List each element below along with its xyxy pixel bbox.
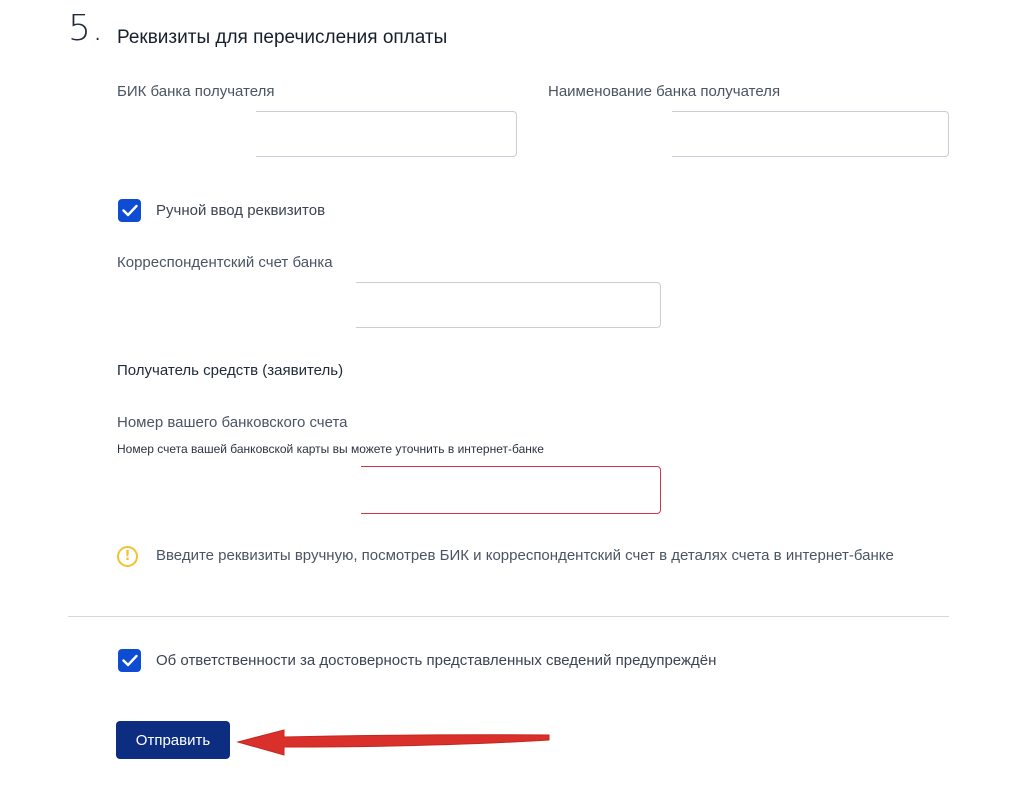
corr-account-input[interactable] [116,281,661,331]
warning-text: Введите реквизиты вручную, посмотрев БИК… [156,547,894,564]
manual-entry-checkbox[interactable] [118,199,141,222]
responsibility-label: Об ответственности за достоверность пред… [156,652,717,669]
manual-entry-label: Ручной ввод реквизитов [156,202,326,219]
account-number-label: Номер вашего банковского счета [117,414,348,431]
divider [68,616,949,617]
section-title: Реквизиты для перечисления оплаты [117,27,448,48]
corr-account-label: Корреспондентский счет банка [117,254,333,271]
bank-name-input[interactable] [547,110,949,160]
recipient-label: Получатель средств (заявитель) [117,362,344,379]
redaction [547,110,672,160]
step-number: 5. [68,8,105,49]
bank-bik-label: БИК банка получателя [117,83,275,100]
bank-name-label: Наименование банка получателя [548,83,781,100]
account-number-input[interactable] [116,465,661,517]
redaction [116,465,361,517]
bank-bik-input[interactable] [116,110,517,160]
redaction [116,110,256,160]
checkmark-icon [121,654,138,667]
redaction [116,281,356,331]
account-number-hint: Номер счета вашей банковской карты вы мо… [117,442,544,456]
red-arrow-icon [236,729,550,756]
responsibility-checkbox[interactable] [118,649,141,672]
submit-button[interactable]: Отправить [116,721,230,759]
warning-icon: ! [117,546,138,567]
checkmark-icon [121,204,138,217]
